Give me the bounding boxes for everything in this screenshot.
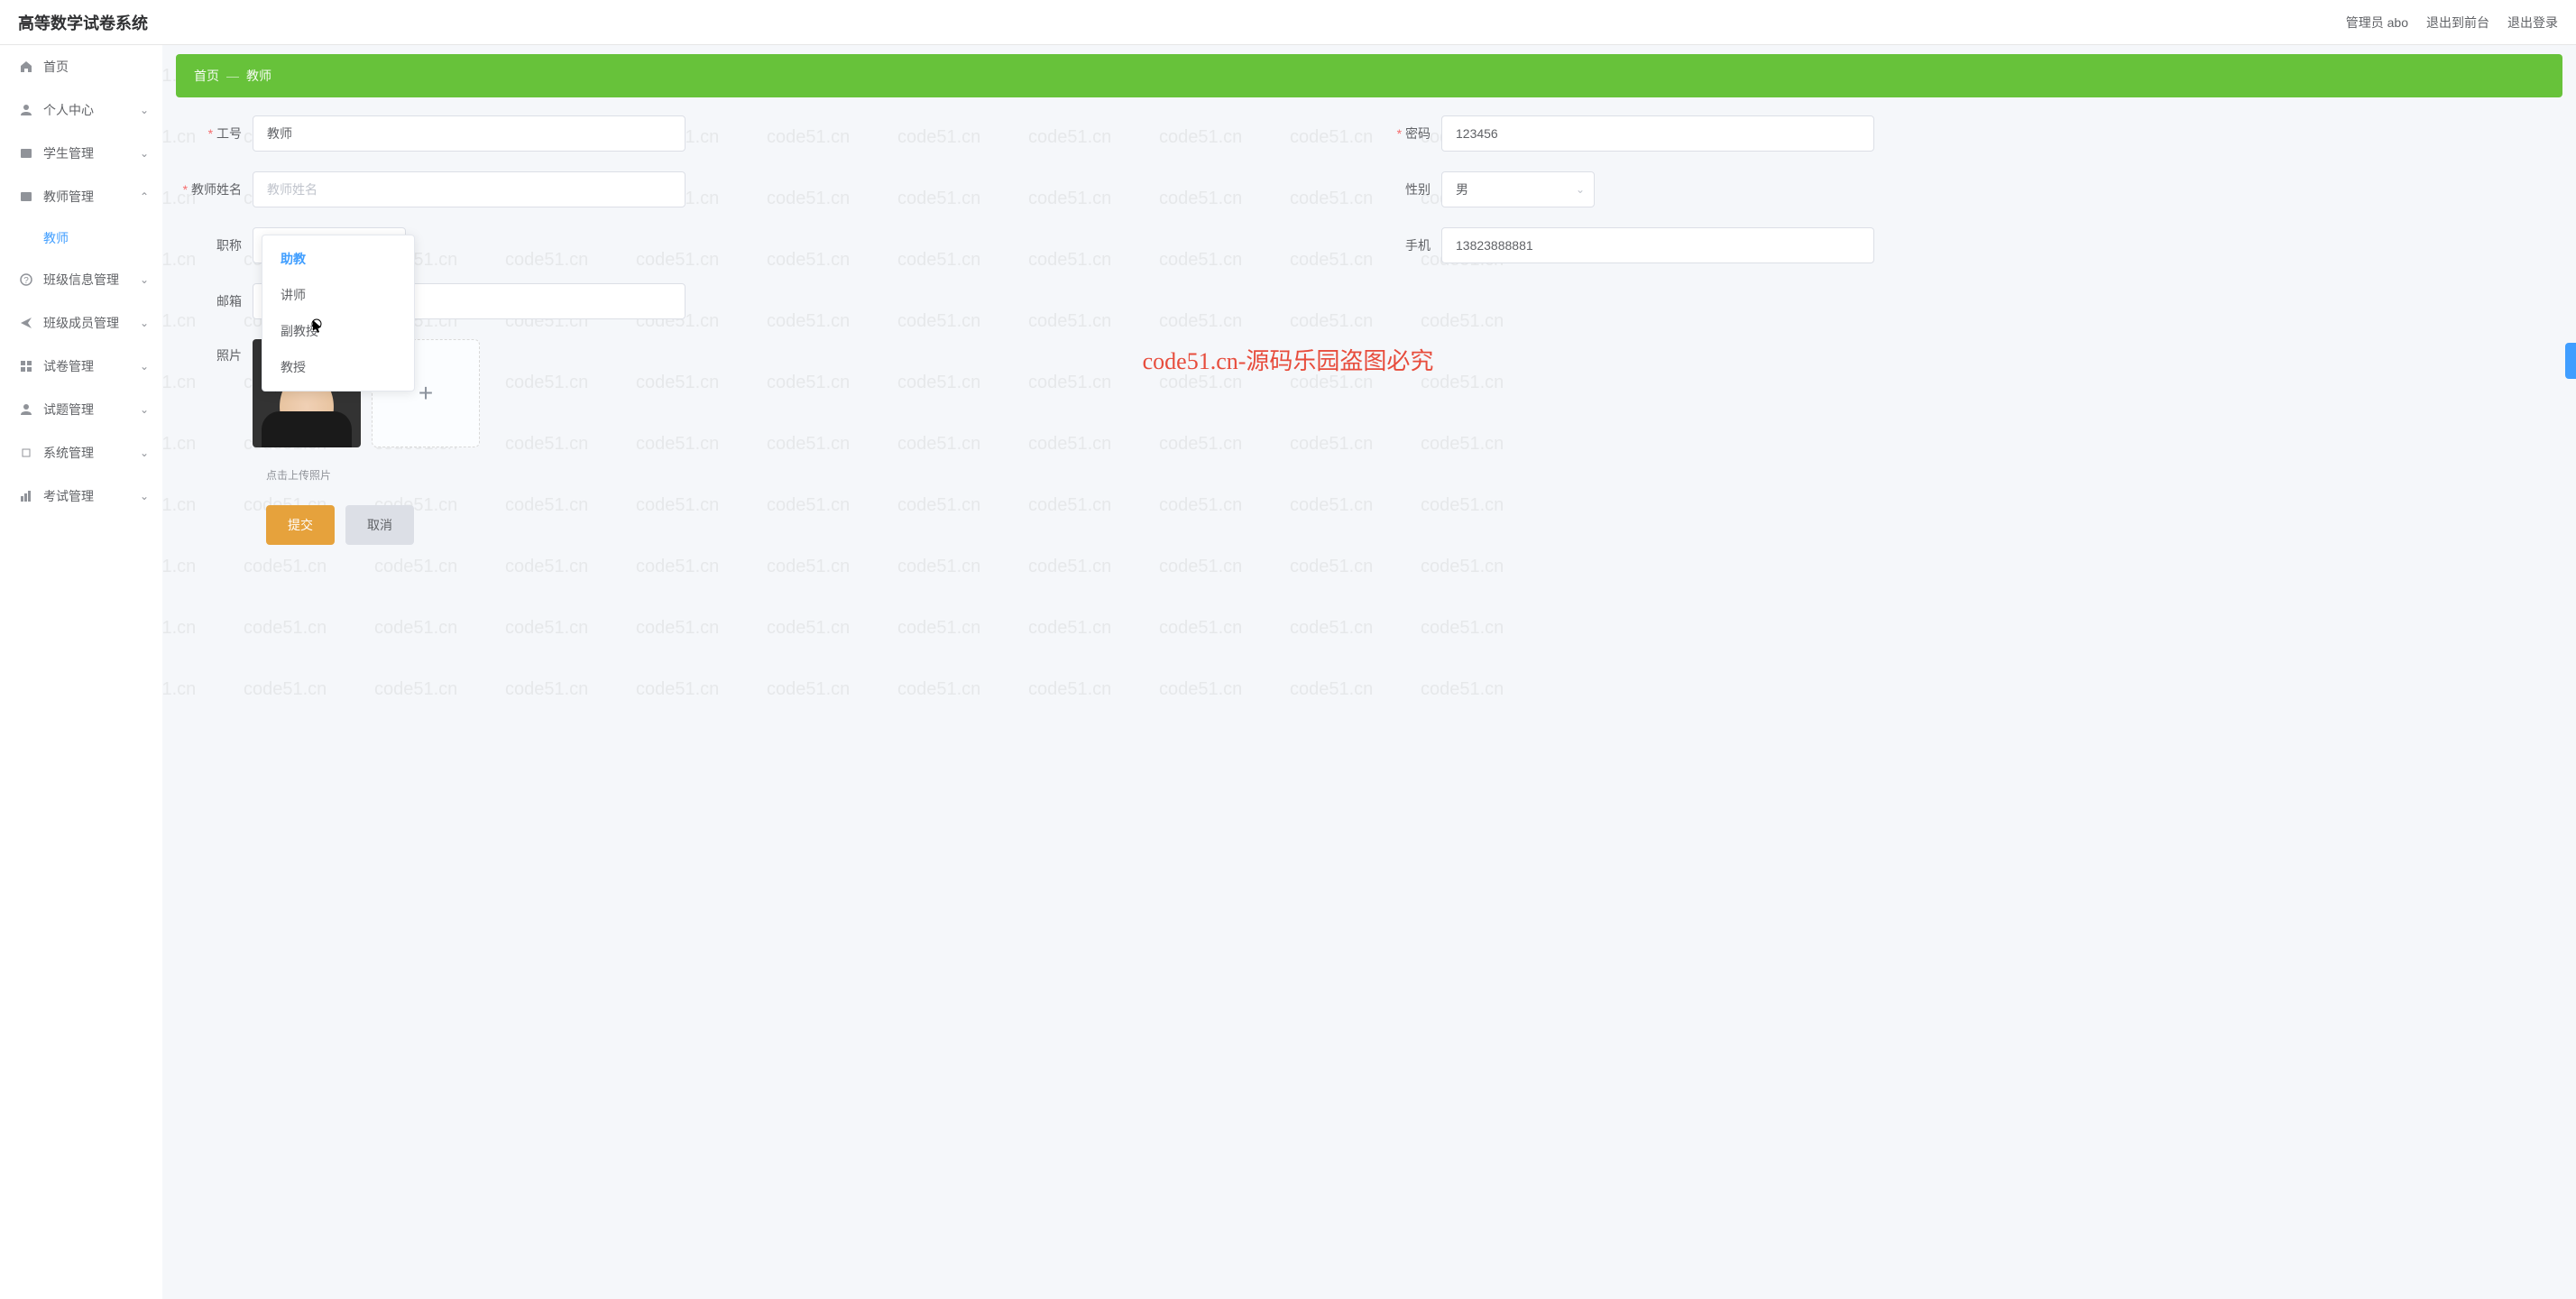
chevron-down-icon: ⌄ (140, 360, 149, 373)
chevron-down-icon: ⌄ (140, 273, 149, 286)
sidebar-item-class-members[interactable]: 班级成员管理 ⌄ (0, 301, 162, 345)
sidebar-item-label: 个人中心 (43, 101, 94, 119)
password-label: 密码 (1369, 124, 1441, 143)
teacher-form: 工号 密码 教师姓名 性别 男 ⌄ (162, 115, 2576, 563)
help-icon: ? (18, 272, 34, 288)
sidebar-item-label: 考试管理 (43, 487, 94, 505)
breadcrumb-separator: — (226, 69, 239, 83)
sidebar-item-profile[interactable]: 个人中心 ⌄ (0, 88, 162, 132)
right-side-tab[interactable] (2565, 343, 2576, 379)
main-content: 首页 — 教师 工号 密码 教师姓名 (162, 45, 2576, 1299)
title-label: 职称 (180, 236, 253, 254)
teacher-name-label: 教师姓名 (180, 180, 253, 198)
user-icon (18, 102, 34, 118)
chevron-down-icon: ⌄ (140, 447, 149, 459)
sidebar-item-label: 试卷管理 (43, 357, 94, 375)
breadcrumb-home[interactable]: 首页 (194, 67, 219, 85)
plus-icon: + (419, 379, 433, 408)
sidebar-item-label: 系统管理 (43, 444, 94, 462)
dropdown-option-lecturer[interactable]: 讲师 (262, 277, 414, 313)
sidebar-item-class-info[interactable]: ? 班级信息管理 ⌄ (0, 258, 162, 301)
chevron-down-icon: ⌄ (140, 104, 149, 116)
sidebar-item-label: 班级成员管理 (43, 314, 119, 332)
sidebar-item-teachers[interactable]: 教师管理 ⌃ (0, 175, 162, 218)
email-label: 邮箱 (180, 292, 253, 310)
admin-label[interactable]: 管理员 abo (2346, 14, 2408, 32)
settings-icon (18, 445, 34, 461)
gender-label: 性别 (1369, 180, 1441, 198)
dropdown-option-professor[interactable]: 教授 (262, 349, 414, 385)
chevron-down-icon: ⌄ (140, 147, 149, 160)
sidebar-item-system[interactable]: 系统管理 ⌄ (0, 431, 162, 474)
sidebar-item-label: 班级信息管理 (43, 271, 119, 289)
chevron-down-icon: ⌄ (140, 403, 149, 416)
cancel-button[interactable]: 取消 (345, 505, 414, 545)
sidebar-item-label: 学生管理 (43, 144, 94, 162)
app-title: 高等数学试卷系统 (18, 11, 148, 34)
phone-input[interactable] (1441, 227, 1874, 263)
breadcrumb: 首页 — 教师 (176, 54, 2562, 97)
header: 高等数学试卷系统 管理员 abo 退出到前台 退出登录 (0, 0, 2576, 45)
person-icon (18, 401, 34, 418)
sidebar: 首页 个人中心 ⌄ 学生管理 ⌄ 教师管理 ⌃ 教师 ? 班级信息管理 ⌄ 班级… (0, 45, 162, 1299)
chart-icon (18, 488, 34, 504)
teacher-icon (18, 189, 34, 205)
sidebar-item-label: 试题管理 (43, 401, 94, 419)
dropdown-option-assistant[interactable]: 助教 (262, 241, 414, 277)
chevron-down-icon: ⌄ (140, 317, 149, 329)
employee-id-input[interactable] (253, 115, 685, 152)
sidebar-item-label: 教师管理 (43, 188, 94, 206)
logout-link[interactable]: 退出登录 (2507, 14, 2558, 32)
photo-label: 照片 (180, 339, 253, 364)
sidebar-item-label: 首页 (43, 58, 69, 76)
sidebar-item-home[interactable]: 首页 (0, 45, 162, 88)
password-input[interactable] (1441, 115, 1874, 152)
dropdown-option-associate-prof[interactable]: 副教授 (262, 313, 414, 349)
title-dropdown: 助教 讲师 副教授 教授 (262, 235, 415, 392)
employee-id-label: 工号 (180, 124, 253, 143)
users-icon (18, 145, 34, 161)
header-actions: 管理员 abo 退出到前台 退出登录 (2346, 14, 2558, 32)
exit-front-link[interactable]: 退出到前台 (2426, 14, 2489, 32)
sidebar-item-students[interactable]: 学生管理 ⌄ (0, 132, 162, 175)
chevron-down-icon: ⌄ (1576, 183, 1585, 196)
sidebar-item-papers[interactable]: 试卷管理 ⌄ (0, 345, 162, 388)
sidebar-item-exams[interactable]: 考试管理 ⌄ (0, 474, 162, 518)
sidebar-subitem-teacher[interactable]: 教师 (0, 218, 162, 258)
teacher-name-input[interactable] (253, 171, 685, 207)
grid-icon (18, 358, 34, 374)
chevron-up-icon: ⌃ (140, 190, 149, 203)
phone-label: 手机 (1369, 236, 1441, 254)
gender-select[interactable]: 男 ⌄ (1441, 171, 1595, 207)
upload-tip: 点击上传照片 (266, 467, 2558, 483)
send-icon (18, 315, 34, 331)
svg-text:?: ? (23, 276, 29, 286)
breadcrumb-current: 教师 (246, 67, 271, 85)
sidebar-item-questions[interactable]: 试题管理 ⌄ (0, 388, 162, 431)
chevron-down-icon: ⌄ (140, 490, 149, 502)
submit-button[interactable]: 提交 (266, 505, 335, 545)
home-icon (18, 59, 34, 75)
